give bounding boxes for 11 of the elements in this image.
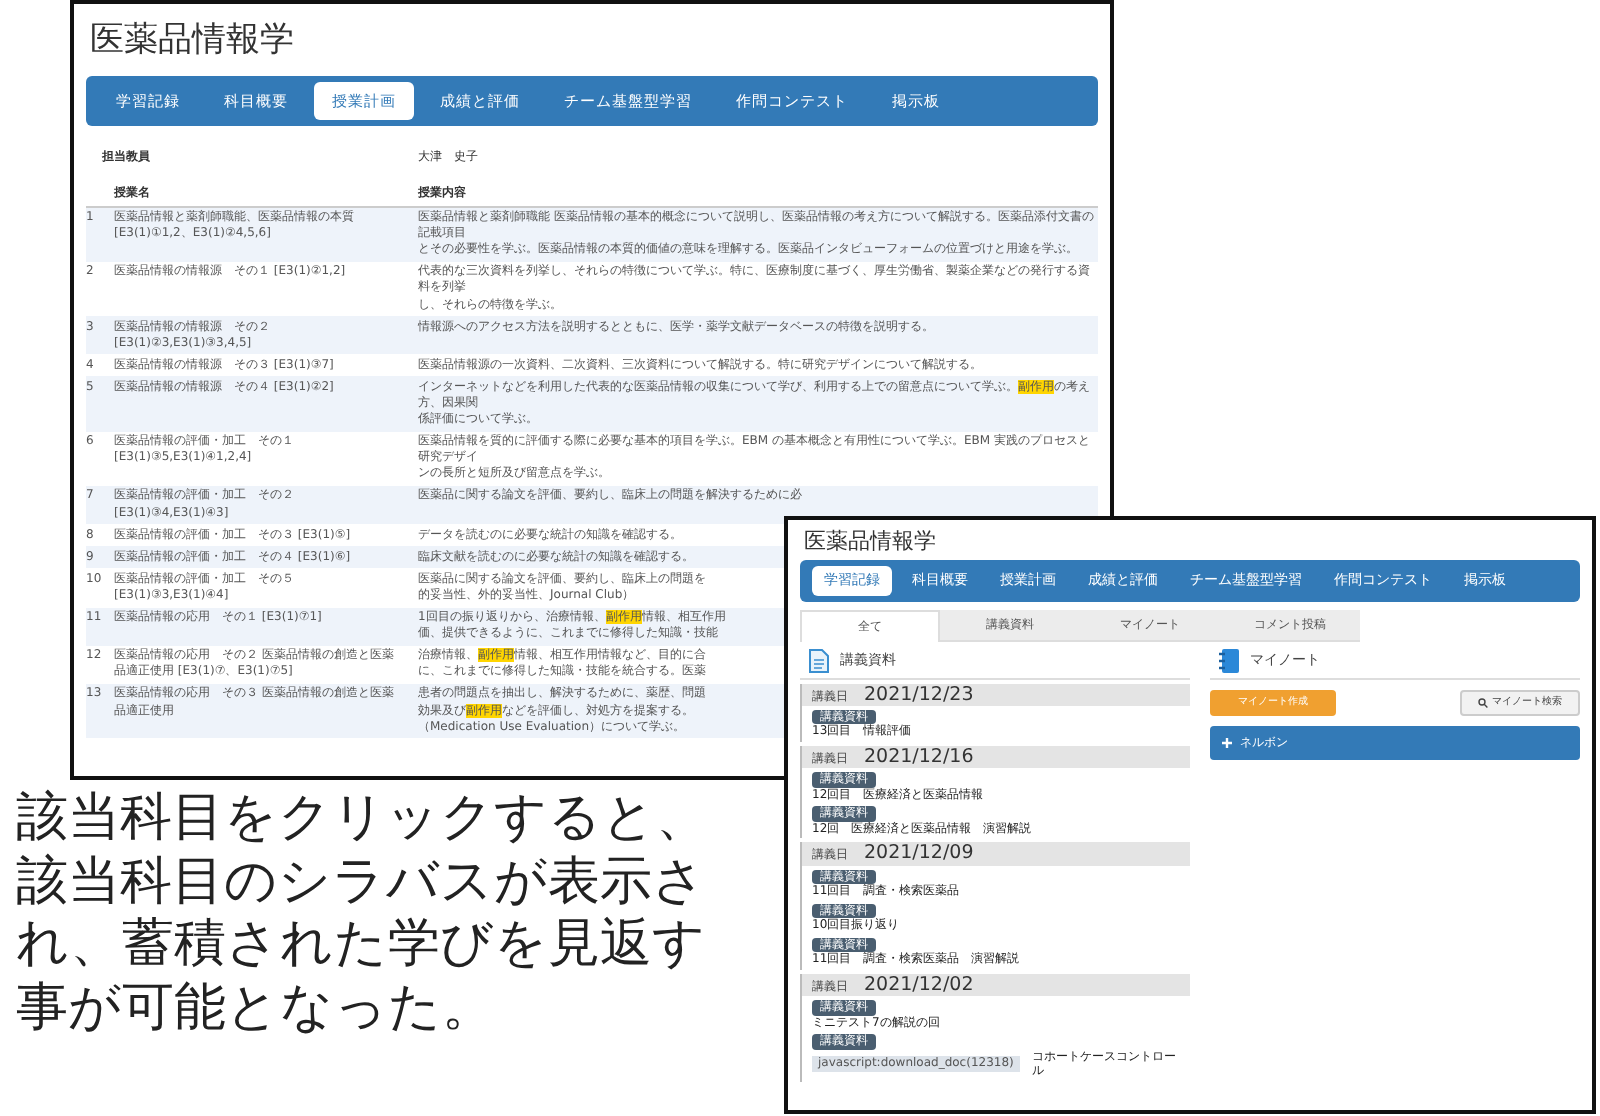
lecture-date: 2021/12/09 bbox=[864, 842, 974, 866]
page-title: 医薬品情報学 bbox=[90, 20, 296, 61]
lecture-date: 2021/12/23 bbox=[864, 683, 974, 706]
lecture-date: 2021/12/16 bbox=[864, 745, 974, 769]
notebook-icon bbox=[1218, 647, 1240, 674]
document-icon bbox=[808, 647, 830, 674]
lecture-date: 2021/12/02 bbox=[864, 973, 974, 997]
search-icon bbox=[1478, 697, 1488, 708]
caption-text: 該当科目をクリックすると、該当科目のシラバスが表示され、蓄積された学びを見返す事が可能となった。 bbox=[16, 788, 710, 1040]
page-title: 医薬品情報学 bbox=[804, 528, 938, 555]
plus-icon bbox=[1222, 738, 1232, 749]
